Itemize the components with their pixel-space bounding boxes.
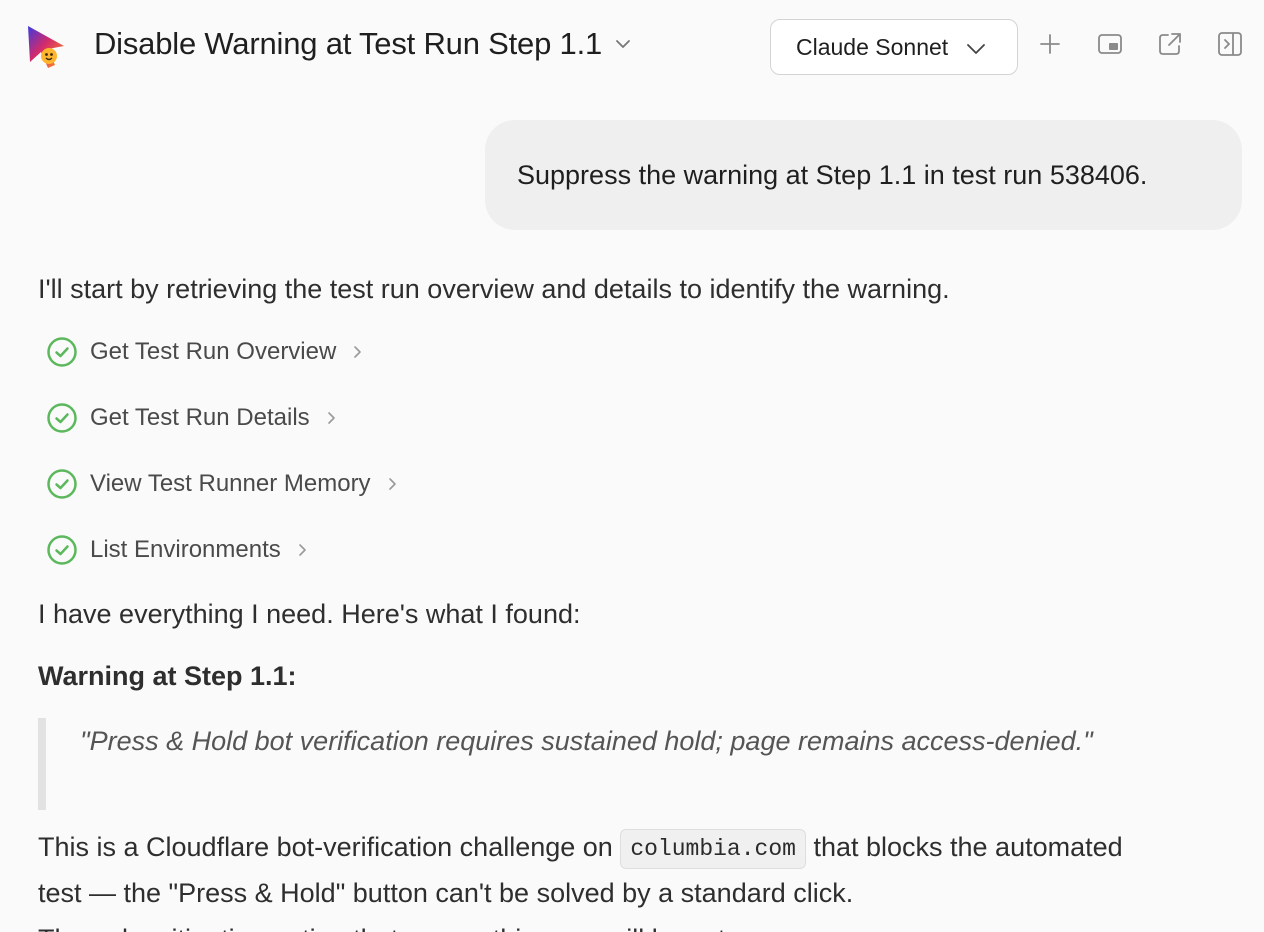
warning-heading: Warning at Step 1.1:: [38, 661, 297, 691]
warning-blockquote: "Press & Hold bot verification requires …: [38, 718, 1128, 810]
tool-step-get-test-run-overview[interactable]: Get Test Run Overview: [46, 332, 366, 372]
chevron-right-icon: [385, 476, 401, 492]
tool-step-view-test-runner-memory[interactable]: View Test Runner Memory: [46, 464, 401, 504]
picture-in-picture-icon: [1097, 32, 1123, 61]
chevron-down-icon: [965, 38, 987, 60]
check-circle-icon: [46, 468, 78, 500]
tool-step-label: Get Test Run Overview: [90, 338, 337, 365]
check-circle-icon: [46, 336, 78, 368]
conversation-title-button[interactable]: Disable Warning at Test Run Step 1.1: [94, 26, 632, 62]
tool-step-get-test-run-details[interactable]: Get Test Run Details: [46, 398, 340, 438]
user-message-bubble: Suppress the warning at Step 1.1 in test…: [485, 120, 1242, 230]
chevron-down-icon: [614, 35, 632, 53]
plus-icon: [1038, 32, 1062, 61]
check-circle-icon: [46, 402, 78, 434]
explanation-cut-line: The only mitigation option that covers t…: [38, 924, 748, 932]
new-chat-button[interactable]: [1034, 30, 1066, 62]
model-selector[interactable]: Claude Sonnet: [770, 19, 1018, 75]
check-circle-icon: [46, 534, 78, 566]
open-external-button[interactable]: [1154, 30, 1186, 62]
explanation-paragraph: This is a Cloudflare bot-verification ch…: [38, 824, 1138, 932]
toggle-sidebar-button[interactable]: [1214, 30, 1246, 62]
assistant-intro-text: I'll start by retrieving the test run ov…: [38, 274, 950, 304]
user-message-text: Suppress the warning at Step 1.1 in test…: [517, 159, 1148, 190]
model-selector-label: Claude Sonnet: [796, 33, 949, 60]
external-link-icon: [1157, 31, 1183, 62]
app-logo-icon: [24, 22, 68, 70]
sidebar-toggle-icon: [1217, 31, 1243, 62]
tool-step-list-environments[interactable]: List Environments: [46, 530, 311, 570]
tool-step-label: Get Test Run Details: [90, 404, 310, 431]
chevron-right-icon: [295, 542, 311, 558]
app-window: Disable Warning at Test Run Step 1.1 Cla…: [0, 0, 1264, 932]
chevron-right-icon: [350, 344, 366, 360]
conversation-title: Disable Warning at Test Run Step 1.1: [94, 26, 603, 61]
inline-code-domain: columbia.com: [620, 829, 806, 869]
warning-quote-text: "Press & Hold bot verification requires …: [80, 726, 1093, 756]
chevron-right-icon: [324, 410, 340, 426]
tool-step-label: List Environments: [90, 536, 281, 563]
assistant-found-text: I have everything I need. Here's what I …: [38, 599, 581, 629]
tool-step-label: View Test Runner Memory: [90, 470, 371, 497]
explanation-text-start: This is a Cloudflare bot-verification ch…: [38, 832, 621, 862]
picture-in-picture-button[interactable]: [1094, 30, 1126, 62]
header: Disable Warning at Test Run Step 1.1 Cla…: [0, 0, 1264, 92]
